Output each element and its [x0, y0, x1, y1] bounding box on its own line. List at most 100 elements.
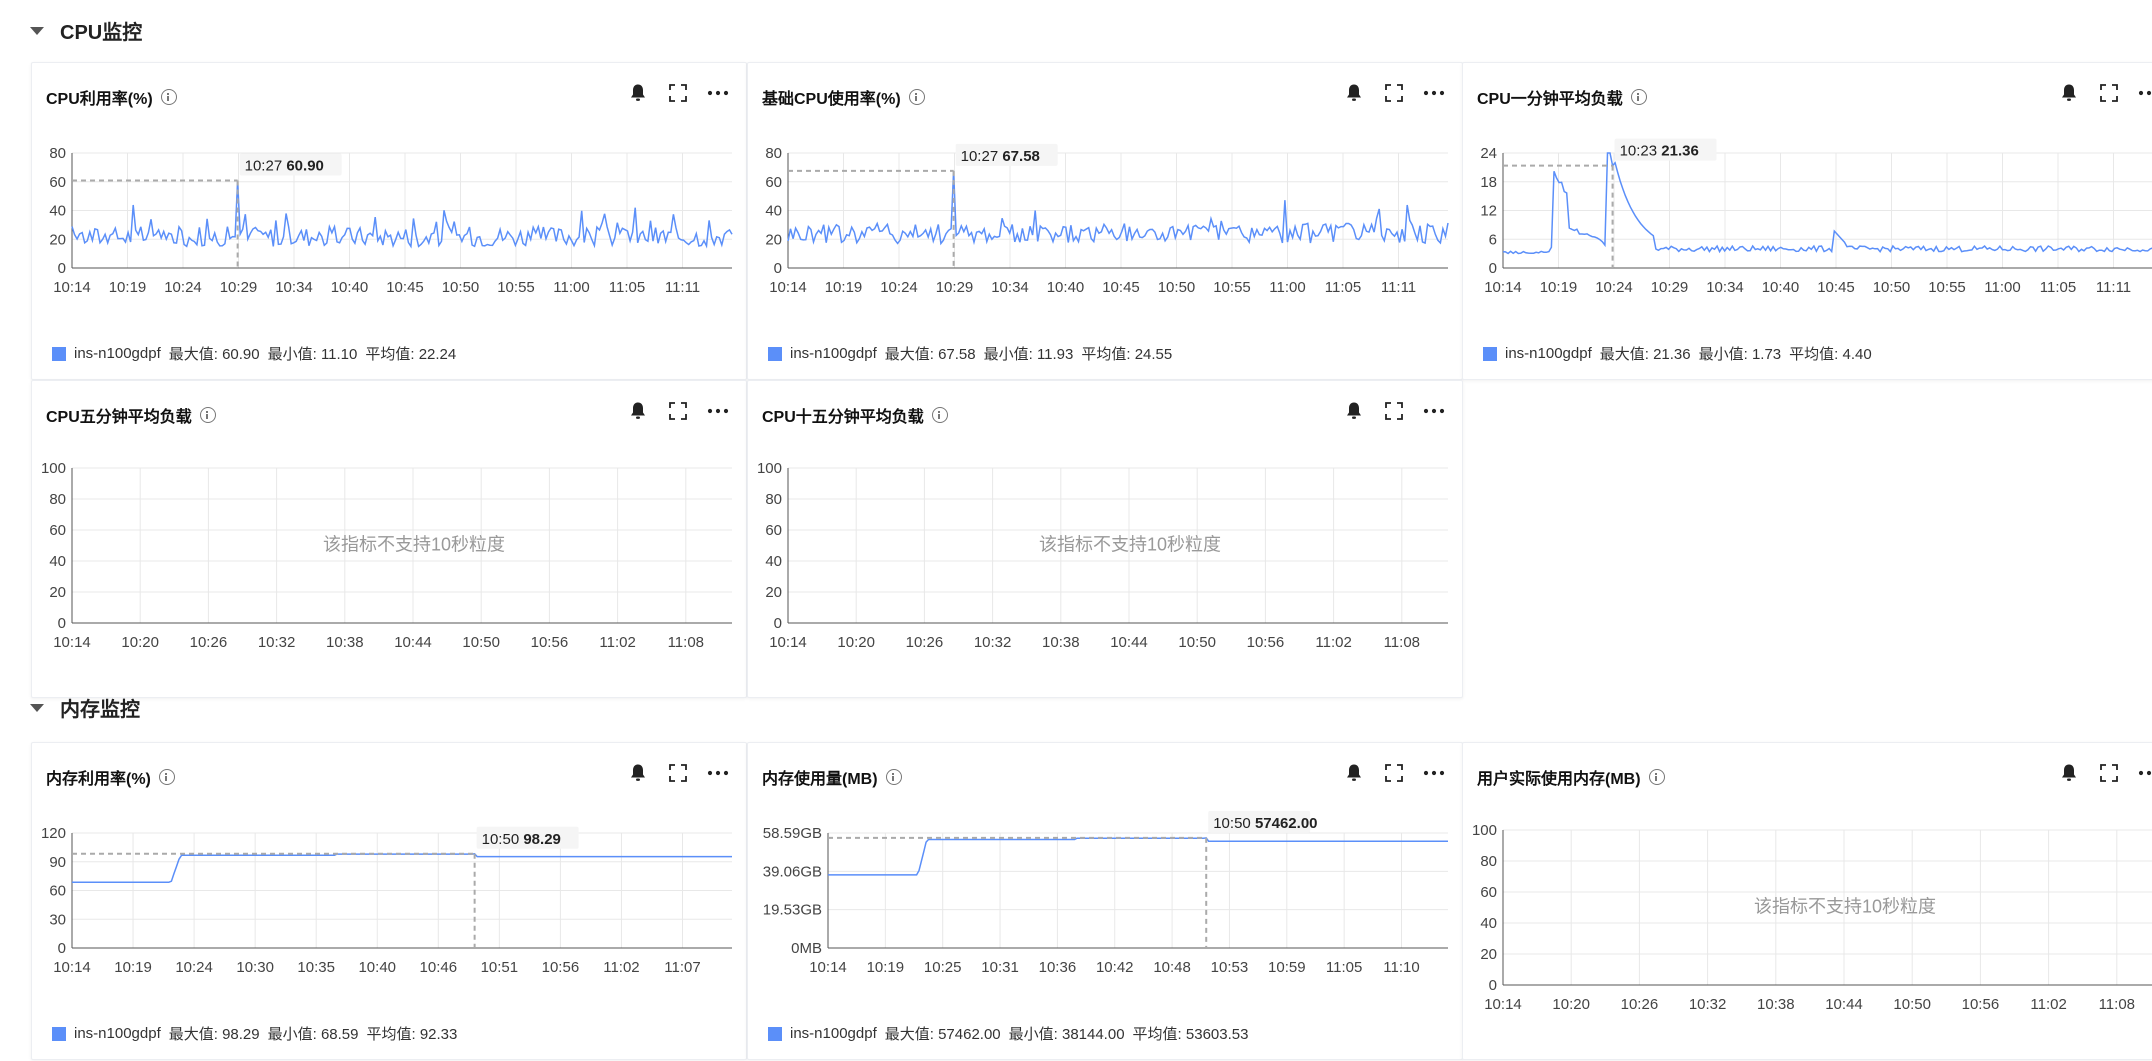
legend-name: ins-n100gdpf: [790, 1025, 877, 1042]
legend-max: 最大值: 98.29: [168, 1026, 260, 1043]
x-tick-label: 10:45: [1102, 279, 1140, 296]
y-tick-label: 24: [1480, 145, 1497, 162]
legend[interactable]: ins-n100gdpf 最大值: 57462.00 最小值: 38144.00 平均…: [768, 1023, 1256, 1044]
x-tick-label: 10:30: [236, 959, 274, 976]
chart-plot[interactable]: 80 60 40 20 0 10:14 10:19 10:24 10:29 10:34 10:40 1…: [32, 63, 748, 381]
x-tick-label: 10:14: [769, 279, 807, 296]
x-tick-label: 10:50: [1178, 634, 1216, 651]
tooltip: 10:27 60.90: [245, 157, 324, 174]
y-tick-label: 0: [1489, 977, 1497, 994]
legend-min: 最小值: 38144.00: [1008, 1026, 1125, 1043]
x-tick-label: 10:14: [1484, 279, 1522, 296]
y-tick-label: 20: [49, 584, 66, 601]
x-tick-label: 11:11: [2096, 279, 2131, 296]
legend[interactable]: ins-n100gdpf 最大值: 60.90 最小值: 11.10 平均值: 22.…: [52, 343, 464, 364]
x-tick-label: 10:45: [1817, 279, 1855, 296]
x-tick-label: 10:32: [258, 634, 296, 651]
series-line: [828, 837, 1448, 876]
tooltip-value: 67.58: [1002, 148, 1040, 165]
legend-name: ins-n100gdpf: [1505, 345, 1592, 362]
y-tick-label: 60: [1480, 884, 1497, 901]
chart-plot[interactable]: 100 80 60 40 20 0 10:14 10:20 10:26 10:32 10:38 10:…: [1463, 743, 2152, 1061]
metric-card: 内存利用率(%) 120 90 60 30 0 10:14 10:19 10:24 10:30 10…: [31, 742, 747, 1060]
collapse-caret-icon[interactable]: [30, 26, 44, 35]
chart-plot[interactable]: 24 18 12 6 0 10:14 10:19 10:24 10:29 10:34 10:40 10…: [1463, 63, 2152, 381]
legend-swatch: [768, 346, 782, 361]
x-tick-label: 10:14: [769, 634, 807, 651]
x-tick-label: 10:24: [1595, 279, 1633, 296]
y-tick-label: 0: [1489, 260, 1497, 277]
legend-avg: 平均值: 92.33: [366, 1026, 458, 1043]
y-tick-label: 20: [49, 231, 66, 248]
x-tick-label: 10:40: [358, 959, 396, 976]
x-tick-label: 11:00: [1984, 279, 2020, 296]
x-tick-label: 11:10: [1383, 959, 1419, 976]
x-tick-label: 10:20: [1552, 996, 1590, 1013]
x-tick-label: 10:34: [1706, 279, 1744, 296]
empty-hint: 该指标不支持10秒粒度: [1754, 897, 1936, 917]
chart-plot[interactable]: 100 80 60 40 20 0 10:14 10:20 10:26 10:32 10:38 10:…: [32, 381, 748, 699]
x-tick-label: 10:29: [1651, 279, 1689, 296]
legend-name: ins-n100gdpf: [790, 345, 877, 362]
legend-min: 最小值: 1.73: [1698, 346, 1782, 363]
series-line: [72, 853, 732, 884]
metric-card: CPU十五分钟平均负载 100 80 60 40 20 0 10:14 10:20 10:26 10…: [747, 380, 1463, 698]
y-tick-label: 60: [49, 883, 66, 900]
y-tick-label: 0: [58, 940, 66, 957]
tooltip: 10:23 21.36: [1620, 143, 1699, 160]
legend-min: 最小值: 11.10: [267, 346, 358, 363]
x-tick-label: 10:29: [220, 279, 258, 296]
legend-max: 最大值: 57462.00: [884, 1026, 1001, 1043]
y-tick-label: 0MB: [791, 940, 822, 957]
x-tick-label: 11:05: [1325, 279, 1361, 296]
metric-card: CPU五分钟平均负载 100 80 60 40 20 0 10:14 10:20 10:26 10:…: [31, 380, 747, 698]
x-tick-label: 10:25: [924, 959, 962, 976]
legend-swatch: [52, 346, 66, 361]
y-tick-label: 40: [765, 203, 782, 220]
legend-max: 最大值: 21.36: [1599, 346, 1691, 363]
x-tick-label: 10:50: [462, 634, 500, 651]
y-tick-label: 60: [49, 522, 66, 539]
x-tick-label: 10:48: [1153, 959, 1191, 976]
tooltip-time: 10:50: [482, 831, 524, 848]
y-tick-label: 80: [765, 491, 782, 508]
chart-plot[interactable]: 58.59GB 39.06GB 19.53GB 0MB 10:14 10:19 10:25 1…: [748, 743, 1464, 1061]
x-tick-label: 10:50: [1893, 996, 1931, 1013]
x-tick-label: 10:32: [1689, 996, 1727, 1013]
y-tick-label: 0: [58, 615, 66, 632]
x-tick-label: 10:55: [497, 279, 535, 296]
chart-plot[interactable]: 120 90 60 30 0 10:14 10:19 10:24 10:30 10:35 10:40…: [32, 743, 748, 1061]
metric-card: CPU利用率(%) 80 60 40 20 0 10:14 10:19 10:24 10:29 10…: [31, 62, 747, 380]
x-tick-label: 10:26: [190, 634, 228, 651]
x-tick-label: 10:42: [1096, 959, 1134, 976]
y-tick-label: 40: [765, 553, 782, 570]
x-tick-label: 11:05: [2040, 279, 2076, 296]
legend-min: 最小值: 11.93: [983, 346, 1074, 363]
legend-avg: 平均值: 24.55: [1081, 346, 1173, 363]
legend[interactable]: ins-n100gdpf 最大值: 21.36 最小值: 1.73 平均值: 4.40: [1483, 343, 1880, 364]
y-tick-label: 90: [49, 854, 66, 871]
x-tick-label: 10:56: [531, 634, 569, 651]
x-tick-label: 10:14: [53, 634, 91, 651]
x-tick-label: 10:38: [1042, 634, 1080, 651]
legend-avg: 平均值: 53603.53: [1132, 1026, 1249, 1043]
legend[interactable]: ins-n100gdpf 最大值: 67.58 最小值: 11.93 平均值: 24.…: [768, 343, 1180, 364]
x-tick-label: 10:34: [275, 279, 313, 296]
legend[interactable]: ins-n100gdpf 最大值: 98.29 最小值: 68.59 平均值: 92.…: [52, 1023, 465, 1044]
tooltip-time: 10:23: [1620, 143, 1662, 160]
collapse-caret-icon[interactable]: [30, 703, 44, 712]
y-tick-label: 40: [1480, 915, 1497, 932]
chart-plot[interactable]: 80 60 40 20 0 10:14 10:19 10:24 10:29 10:34 10:40 1…: [748, 63, 1464, 381]
chart-plot[interactable]: 100 80 60 40 20 0 10:14 10:20 10:26 10:32 10:38 10:…: [748, 381, 1464, 699]
x-tick-label: 11:08: [2099, 996, 2135, 1013]
section-cpu-header[interactable]: CPU监控: [30, 16, 142, 45]
legend-avg: 平均值: 4.40: [1789, 346, 1872, 363]
empty-hint: 该指标不支持10秒粒度: [323, 535, 505, 555]
x-tick-label: 10:24: [880, 279, 918, 296]
x-tick-label: 11:00: [553, 279, 589, 296]
x-tick-label: 10:24: [164, 279, 202, 296]
x-tick-label: 10:50: [1158, 279, 1196, 296]
y-tick-label: 20: [1480, 946, 1497, 963]
x-tick-label: 11:08: [668, 634, 704, 651]
y-tick-label: 80: [49, 145, 66, 162]
